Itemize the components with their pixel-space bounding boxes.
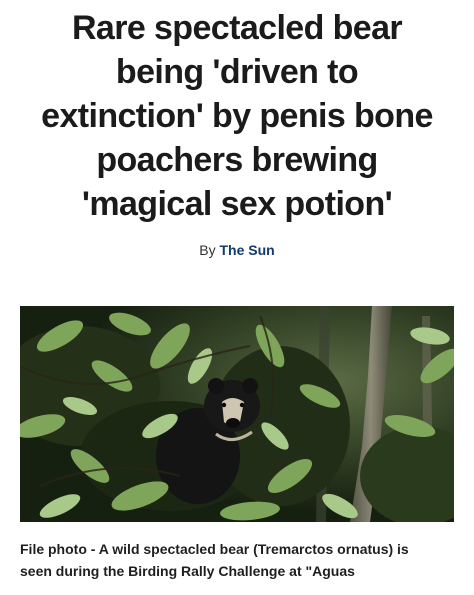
article-headline: Rare spectacled bear being 'driven to ex… bbox=[10, 6, 464, 226]
headline-line: Rare spectacled bear bbox=[71, 9, 403, 47]
byline-prefix: By bbox=[199, 242, 216, 258]
article-photo[interactable] bbox=[20, 306, 454, 522]
headline-line: poachers brewing bbox=[96, 141, 378, 179]
caption-line: seen during the Birding Rally Challenge … bbox=[20, 563, 355, 579]
author-link[interactable]: The Sun bbox=[220, 242, 275, 258]
caption-line: File photo - A wild spectacled bear (Tre… bbox=[20, 541, 409, 557]
byline: By The Sun bbox=[0, 240, 474, 260]
headline-line: being 'driven to bbox=[115, 53, 359, 91]
photo-caption: File photo - A wild spectacled bear (Tre… bbox=[20, 538, 460, 582]
spectacled-bear-photo bbox=[20, 306, 454, 522]
headline-line: extinction' by penis bone bbox=[41, 97, 433, 135]
headline-line: 'magical sex potion' bbox=[81, 185, 393, 223]
